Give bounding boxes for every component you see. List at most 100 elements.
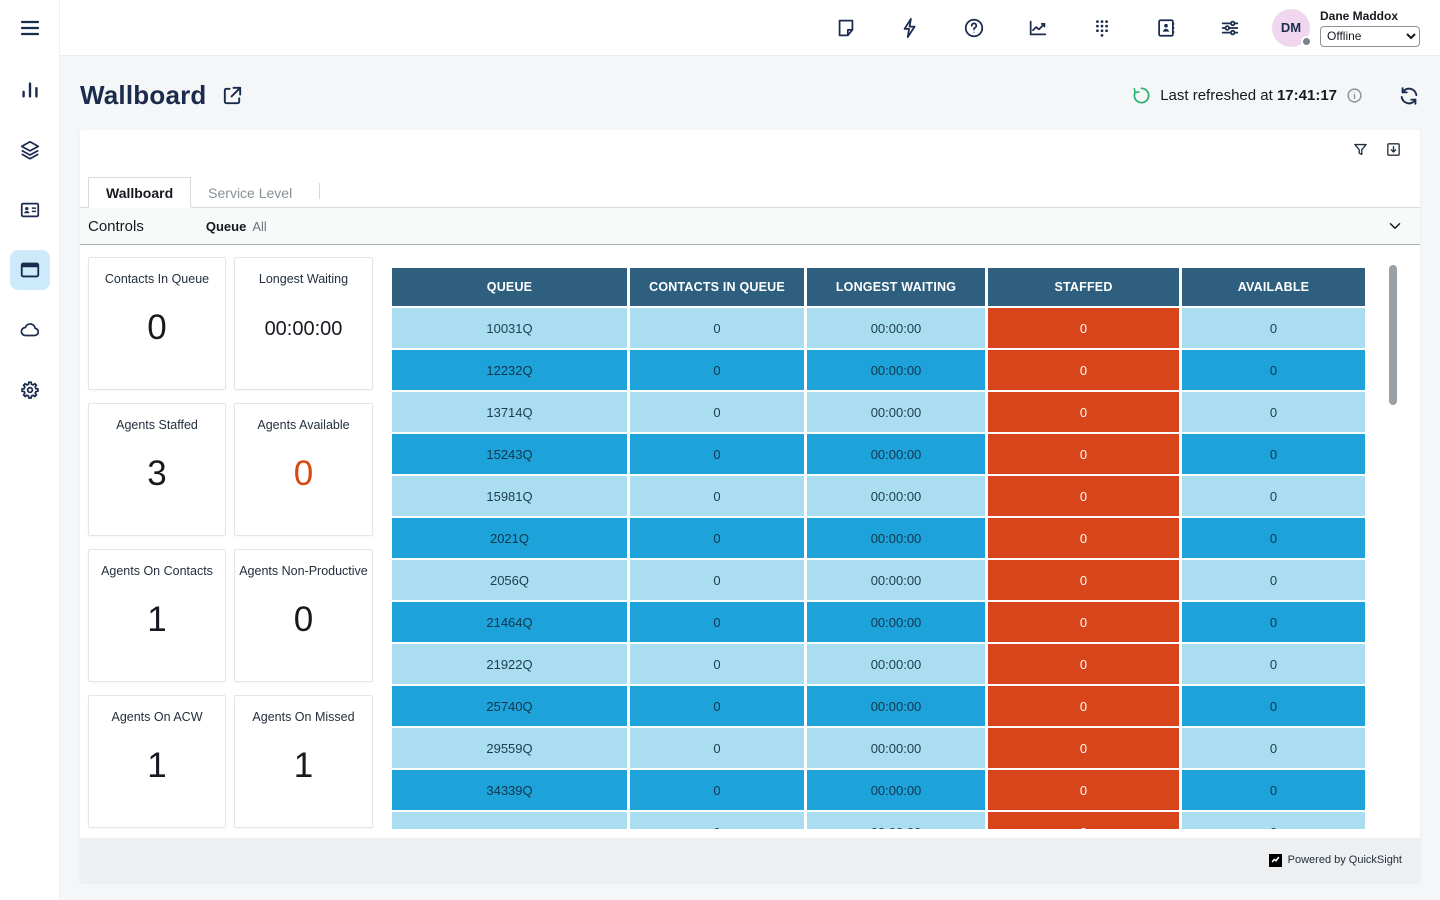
controls-bar: Controls Queue All	[80, 208, 1420, 245]
lightning-icon[interactable]	[896, 14, 924, 42]
kpi-label: Agents On Contacts	[89, 564, 225, 578]
table-cell: 15981Q	[392, 476, 630, 518]
refresh-time: 17:41:17	[1277, 87, 1337, 104]
dialpad-icon[interactable]	[1088, 14, 1116, 42]
topbar: DM Dane Maddox Offline	[60, 0, 1440, 56]
table-cell: 0	[988, 434, 1182, 476]
kpi-card: Contacts In Queue 0	[88, 257, 226, 390]
table-cell: 00:00:00	[807, 308, 988, 350]
external-link-icon[interactable]	[221, 84, 244, 107]
table-cell: 0	[630, 770, 807, 812]
tab-wallboard[interactable]: Wallboard	[88, 177, 191, 208]
kpi-card: Agents Available 0	[234, 403, 373, 536]
metrics-icon[interactable]	[1024, 14, 1052, 42]
cloud-icon[interactable]	[10, 310, 50, 350]
quicksight-logo-icon	[1269, 854, 1282, 867]
bar-chart-icon[interactable]	[10, 70, 50, 110]
status-dot	[1301, 36, 1312, 47]
table-cell: 00:00:00	[807, 770, 988, 812]
table-scrollbar[interactable]	[1389, 265, 1397, 405]
kpi-grid: Contacts In Queue0Longest Waiting00:00:0…	[88, 257, 374, 828]
table-header-cell: AVAILABLE	[1182, 268, 1368, 308]
kpi-card: Longest Waiting00:00:00	[234, 257, 373, 390]
table-header-cell: QUEUE	[392, 268, 630, 308]
browser-icon[interactable]	[10, 250, 50, 290]
table-cell: 00:00:00	[807, 518, 988, 560]
contact-book-icon[interactable]	[1152, 14, 1180, 42]
controls-title: Controls	[88, 218, 144, 235]
kpi-value: 0	[89, 308, 225, 348]
table-cell: 0	[988, 350, 1182, 392]
kpi-card: Agents Staffed3	[88, 403, 226, 536]
table-cell: 0	[988, 308, 1182, 350]
kpi-value: 1	[235, 746, 372, 786]
kpi-label: Agents Available	[235, 418, 372, 432]
table-cell: 21922Q	[392, 644, 630, 686]
kpi-label: Longest Waiting	[235, 272, 372, 286]
layers-icon[interactable]	[10, 130, 50, 170]
table-cell: 00:00:00	[807, 560, 988, 602]
export-icon[interactable]	[1385, 141, 1402, 158]
table-cell: 15243Q	[392, 434, 630, 476]
queue-table: QUEUECONTACTS IN QUEUELONGEST WAITINGSTA…	[392, 268, 1368, 829]
note-icon[interactable]	[832, 14, 860, 42]
table-cell: 0	[988, 518, 1182, 560]
table-cell: 0	[988, 644, 1182, 686]
topbar-icons	[832, 14, 1244, 42]
info-icon[interactable]	[1346, 87, 1363, 104]
table-cell: 0	[1182, 518, 1368, 560]
queue-filter-value: All	[252, 219, 266, 234]
gear-icon[interactable]	[10, 370, 50, 410]
kpi-label: Agents On ACW	[89, 710, 225, 724]
table-header-cell: CONTACTS IN QUEUE	[630, 268, 807, 308]
refresh-group: Last refreshed at 17:41:17	[1132, 85, 1420, 107]
kpi-value: 1	[89, 600, 225, 640]
kpi-label: Agents Non-Productive	[235, 564, 372, 578]
table-cell: 0	[630, 434, 807, 476]
kpi-value: 3	[89, 454, 225, 494]
table-cell: 0	[988, 728, 1182, 770]
page-title: Wallboard	[80, 80, 207, 111]
table-cell: 0	[630, 476, 807, 518]
table-cell: 00:00:00	[807, 686, 988, 728]
kpi-label: Agents On Missed	[235, 710, 372, 724]
table-cell: 0	[1182, 476, 1368, 518]
refresh-icon[interactable]	[1398, 85, 1420, 107]
table-cell: 25740Q	[392, 686, 630, 728]
quicksight-attribution-text: Powered by QuickSight	[1288, 854, 1402, 866]
table-cell: 0	[630, 560, 807, 602]
table-cell: 0	[988, 602, 1182, 644]
agent-status-select[interactable]: Offline	[1320, 26, 1420, 47]
table-cell: 2021Q	[392, 518, 630, 560]
table-row: 12232Q000:00:0000	[392, 350, 1368, 392]
table-cell: 0	[988, 812, 1182, 829]
panel-footer: Powered by QuickSight	[80, 838, 1420, 882]
table-row: 15243Q000:00:0000	[392, 434, 1368, 476]
table-cell: 00:00:00	[807, 350, 988, 392]
help-icon[interactable]	[960, 14, 988, 42]
tab-service-level[interactable]: Service Level	[191, 177, 309, 208]
table-row: 25740Q000:00:0000	[392, 686, 1368, 728]
panel-icons	[1352, 141, 1402, 158]
kpi-value: 0	[235, 600, 372, 640]
kpi-value: 1	[89, 746, 225, 786]
table-cell: 0	[1182, 602, 1368, 644]
filter-icon[interactable]	[1352, 141, 1369, 158]
id-card-icon[interactable]	[10, 190, 50, 230]
chevron-down-icon[interactable]	[1386, 217, 1404, 235]
table-header-cell: LONGEST WAITING	[807, 268, 988, 308]
kpi-label: Contacts In Queue	[89, 272, 225, 286]
table-cell: 00:00:00	[807, 602, 988, 644]
queue-filter[interactable]: Queue All	[206, 219, 267, 234]
table-cell: 0	[1182, 812, 1368, 829]
refresh-timer-icon	[1132, 86, 1151, 105]
menu-icon[interactable]	[10, 8, 50, 48]
table-cell: 0	[988, 476, 1182, 518]
table-row: 29559Q000:00:0000	[392, 728, 1368, 770]
sliders-icon[interactable]	[1216, 14, 1244, 42]
kpi-card: Agents On ACW 1	[88, 695, 226, 828]
table-row: 10031Q000:00:0000	[392, 308, 1368, 350]
kpi-value: 0	[235, 454, 372, 494]
table-cell: 0	[1182, 686, 1368, 728]
table-cell: 00:00:00	[807, 476, 988, 518]
